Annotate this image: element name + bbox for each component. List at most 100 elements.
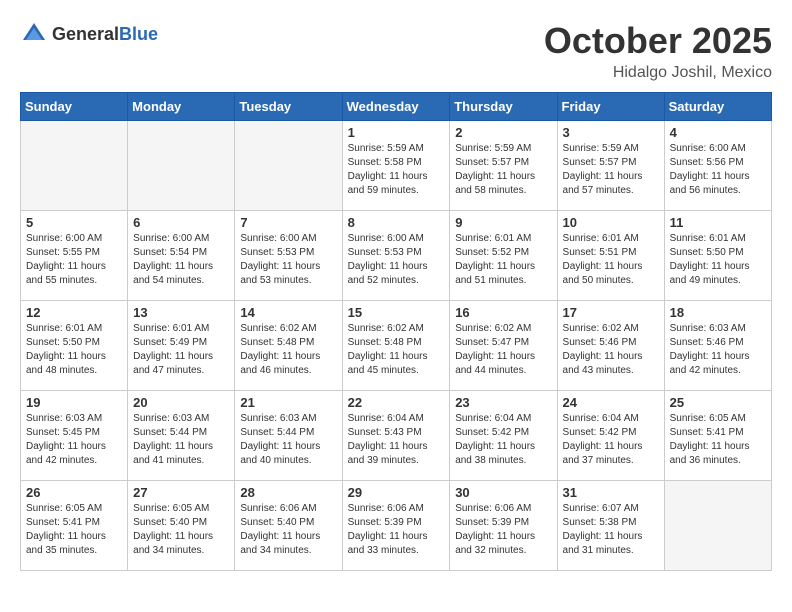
logo-text-blue: Blue <box>119 24 158 44</box>
day-number: 21 <box>240 395 336 410</box>
cell-info: Sunrise: 6:04 AMSunset: 5:42 PMDaylight:… <box>455 412 551 468</box>
day-number: 28 <box>240 485 336 500</box>
cell-info: Sunrise: 6:02 AMSunset: 5:46 PMDaylight:… <box>563 322 659 378</box>
calendar-cell: 29 Sunrise: 6:06 AMSunset: 5:39 PMDayligh… <box>342 481 450 571</box>
weekday-header-sunday: Sunday <box>21 93 128 121</box>
calendar-cell: 14 Sunrise: 6:02 AMSunset: 5:48 PMDayligh… <box>235 301 342 391</box>
day-number: 6 <box>133 215 229 230</box>
cell-info: Sunrise: 5:59 AMSunset: 5:58 PMDaylight:… <box>348 142 445 198</box>
day-number: 26 <box>26 485 122 500</box>
calendar-cell: 8 Sunrise: 6:00 AMSunset: 5:53 PMDaylight… <box>342 211 450 301</box>
calendar-cell: 20 Sunrise: 6:03 AMSunset: 5:44 PMDayligh… <box>128 391 235 481</box>
day-number: 1 <box>348 125 445 140</box>
calendar-cell: 16Sunrise: 6:02 AMSunset: 5:47 PMDayligh… <box>450 301 557 391</box>
calendar-cell: 21 Sunrise: 6:03 AMSunset: 5:44 PMDayligh… <box>235 391 342 481</box>
logo-text-general: General <box>52 24 119 44</box>
cell-info: Sunrise: 6:03 AMSunset: 5:45 PMDaylight:… <box>26 412 122 468</box>
day-number: 13 <box>133 305 229 320</box>
day-number: 22 <box>348 395 445 410</box>
location: Hidalgo Joshil, Mexico <box>544 64 772 82</box>
calendar-cell: 26 Sunrise: 6:05 AMSunset: 5:41 PMDayligh… <box>21 481 128 571</box>
weekday-header-monday: Monday <box>128 93 235 121</box>
cell-info: Sunrise: 6:00 AMSunset: 5:53 PMDaylight:… <box>240 232 336 288</box>
weekday-header-row: SundayMondayTuesdayWednesdayThursdayFrid… <box>21 93 772 121</box>
calendar-cell: 17 Sunrise: 6:02 AMSunset: 5:46 PMDayligh… <box>557 301 664 391</box>
day-number: 10 <box>563 215 659 230</box>
cell-info: Sunrise: 6:00 AMSunset: 5:56 PMDaylight:… <box>670 142 766 198</box>
calendar-cell: 11 Sunrise: 6:01 AMSunset: 5:50 PMDayligh… <box>664 211 771 301</box>
day-number: 9 <box>455 215 551 230</box>
calendar-cell: 31Sunrise: 6:07 AMSunset: 5:38 PMDayligh… <box>557 481 664 571</box>
cell-info: Sunrise: 5:59 AMSunset: 5:57 PMDaylight:… <box>455 142 551 198</box>
logo-icon <box>20 20 48 48</box>
calendar-cell <box>664 481 771 571</box>
calendar-cell: 12 Sunrise: 6:01 AMSunset: 5:50 PMDayligh… <box>21 301 128 391</box>
title-block: October 2025 Hidalgo Joshil, Mexico <box>544 20 772 82</box>
calendar-cell: 6 Sunrise: 6:00 AMSunset: 5:54 PMDaylight… <box>128 211 235 301</box>
cell-info: Sunrise: 6:04 AMSunset: 5:42 PMDaylight:… <box>563 412 659 468</box>
day-number: 20 <box>133 395 229 410</box>
cell-info: Sunrise: 6:01 AMSunset: 5:52 PMDaylight:… <box>455 232 551 288</box>
calendar-cell <box>235 121 342 211</box>
calendar-cell <box>21 121 128 211</box>
calendar-cell: 18Sunrise: 6:03 AMSunset: 5:46 PMDayligh… <box>664 301 771 391</box>
cell-info: Sunrise: 6:03 AMSunset: 5:44 PMDaylight:… <box>240 412 336 468</box>
calendar-week-4: 19 Sunrise: 6:03 AMSunset: 5:45 PMDayligh… <box>21 391 772 481</box>
day-number: 19 <box>26 395 122 410</box>
day-number: 14 <box>240 305 336 320</box>
day-number: 25 <box>670 395 766 410</box>
weekday-header-tuesday: Tuesday <box>235 93 342 121</box>
cell-info: Sunrise: 6:05 AMSunset: 5:41 PMDaylight:… <box>26 502 122 558</box>
cell-info: Sunrise: 6:05 AMSunset: 5:40 PMDaylight:… <box>133 502 229 558</box>
calendar-cell: 2Sunrise: 5:59 AMSunset: 5:57 PMDaylight… <box>450 121 557 211</box>
calendar-cell: 27Sunrise: 6:05 AMSunset: 5:40 PMDayligh… <box>128 481 235 571</box>
day-number: 8 <box>348 215 445 230</box>
cell-info: Sunrise: 6:00 AMSunset: 5:54 PMDaylight:… <box>133 232 229 288</box>
calendar-week-3: 12 Sunrise: 6:01 AMSunset: 5:50 PMDayligh… <box>21 301 772 391</box>
month-title: October 2025 <box>544 20 772 62</box>
day-number: 12 <box>26 305 122 320</box>
cell-info: Sunrise: 6:01 AMSunset: 5:50 PMDaylight:… <box>670 232 766 288</box>
day-number: 3 <box>563 125 659 140</box>
calendar-week-5: 26 Sunrise: 6:05 AMSunset: 5:41 PMDayligh… <box>21 481 772 571</box>
calendar-cell: 15 Sunrise: 6:02 AMSunset: 5:48 PMDayligh… <box>342 301 450 391</box>
cell-info: Sunrise: 6:01 AMSunset: 5:50 PMDaylight:… <box>26 322 122 378</box>
calendar-cell: 3 Sunrise: 5:59 AMSunset: 5:57 PMDaylight… <box>557 121 664 211</box>
calendar-cell: 5Sunrise: 6:00 AMSunset: 5:55 PMDaylight… <box>21 211 128 301</box>
cell-info: Sunrise: 6:00 AMSunset: 5:53 PMDaylight:… <box>348 232 445 288</box>
cell-info: Sunrise: 6:06 AMSunset: 5:39 PMDaylight:… <box>348 502 445 558</box>
day-number: 15 <box>348 305 445 320</box>
cell-info: Sunrise: 6:06 AMSunset: 5:40 PMDaylight:… <box>240 502 336 558</box>
day-number: 4 <box>670 125 766 140</box>
calendar-cell: 4 Sunrise: 6:00 AMSunset: 5:56 PMDaylight… <box>664 121 771 211</box>
day-number: 7 <box>240 215 336 230</box>
cell-info: Sunrise: 6:06 AMSunset: 5:39 PMDaylight:… <box>455 502 551 558</box>
weekday-header-thursday: Thursday <box>450 93 557 121</box>
day-number: 18 <box>670 305 766 320</box>
calendar-table: SundayMondayTuesdayWednesdayThursdayFrid… <box>20 92 772 571</box>
day-number: 5 <box>26 215 122 230</box>
cell-info: Sunrise: 5:59 AMSunset: 5:57 PMDaylight:… <box>563 142 659 198</box>
calendar-cell: 19 Sunrise: 6:03 AMSunset: 5:45 PMDayligh… <box>21 391 128 481</box>
calendar-week-1: 1 Sunrise: 5:59 AMSunset: 5:58 PMDaylight… <box>21 121 772 211</box>
day-number: 11 <box>670 215 766 230</box>
cell-info: Sunrise: 6:02 AMSunset: 5:47 PMDaylight:… <box>455 322 551 378</box>
weekday-header-friday: Friday <box>557 93 664 121</box>
calendar-cell: 10 Sunrise: 6:01 AMSunset: 5:51 PMDayligh… <box>557 211 664 301</box>
day-number: 17 <box>563 305 659 320</box>
cell-info: Sunrise: 6:03 AMSunset: 5:44 PMDaylight:… <box>133 412 229 468</box>
calendar-cell: 9 Sunrise: 6:01 AMSunset: 5:52 PMDaylight… <box>450 211 557 301</box>
day-number: 30 <box>455 485 551 500</box>
calendar-cell: 13 Sunrise: 6:01 AMSunset: 5:49 PMDayligh… <box>128 301 235 391</box>
day-number: 29 <box>348 485 445 500</box>
cell-info: Sunrise: 6:02 AMSunset: 5:48 PMDaylight:… <box>240 322 336 378</box>
cell-info: Sunrise: 6:01 AMSunset: 5:49 PMDaylight:… <box>133 322 229 378</box>
cell-info: Sunrise: 6:07 AMSunset: 5:38 PMDaylight:… <box>563 502 659 558</box>
cell-info: Sunrise: 6:02 AMSunset: 5:48 PMDaylight:… <box>348 322 445 378</box>
cell-info: Sunrise: 6:01 AMSunset: 5:51 PMDaylight:… <box>563 232 659 288</box>
weekday-header-saturday: Saturday <box>664 93 771 121</box>
cell-info: Sunrise: 6:05 AMSunset: 5:41 PMDaylight:… <box>670 412 766 468</box>
calendar-cell: 25 Sunrise: 6:05 AMSunset: 5:41 PMDayligh… <box>664 391 771 481</box>
day-number: 24 <box>563 395 659 410</box>
logo: GeneralBlue <box>20 20 158 48</box>
